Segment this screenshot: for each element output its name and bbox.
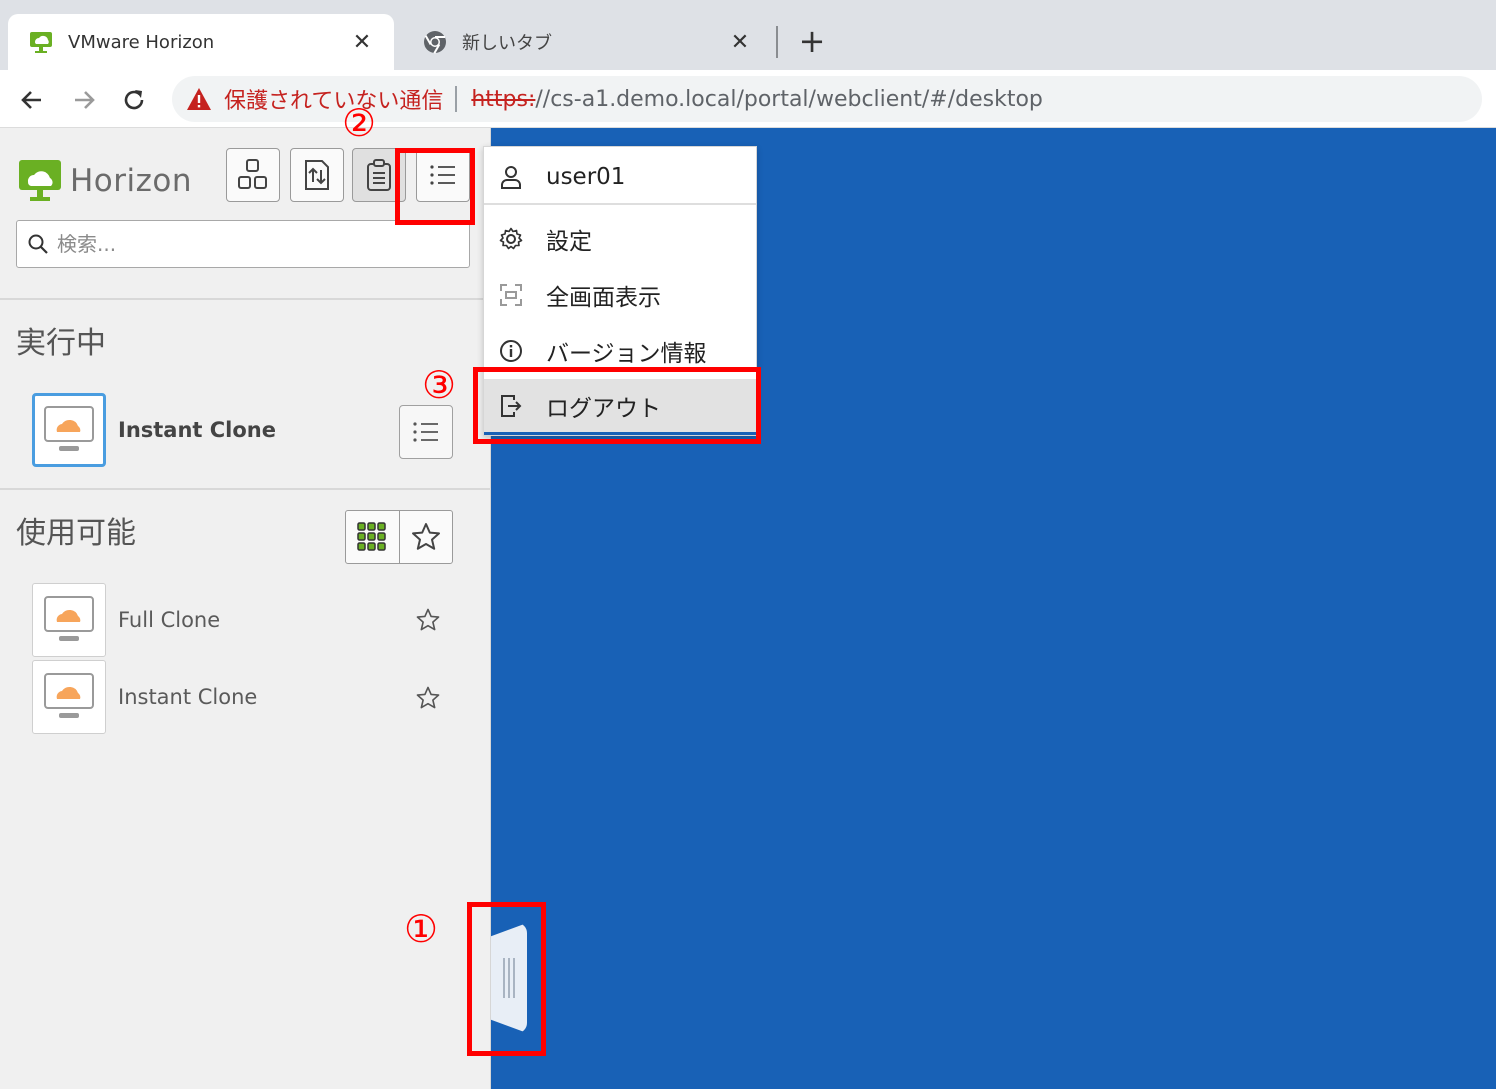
running-item-menu-button[interactable] (399, 405, 453, 459)
list-menu-icon (413, 422, 438, 442)
view-toggle (345, 510, 453, 564)
menu-label: バージョン情報 (546, 341, 707, 367)
annotation-number-2: ② (342, 101, 377, 145)
chrome-favicon-icon (420, 27, 450, 57)
available-section-title: 使用可能 (16, 516, 136, 551)
tab-vmware-horizon[interactable]: VMware Horizon ✕ (8, 14, 394, 70)
favorite-star-icon[interactable] (412, 604, 444, 636)
desktop-cloud-icon (44, 406, 94, 451)
star-outline-icon (411, 523, 440, 550)
desktop-cloud-icon (44, 596, 94, 641)
favorites-filter-button[interactable] (398, 511, 452, 563)
arrow-right-icon (75, 91, 95, 109)
url-scheme: https: (471, 86, 536, 112)
browser-toolbar: 保護されていない通信 https://cs-a1.demo.local/port… (0, 70, 1496, 128)
desktop-tile[interactable] (32, 660, 106, 734)
menu-label: 全画面表示 (546, 285, 661, 311)
annotation-number-1: ① (404, 907, 439, 951)
browser-tabstrip: VMware Horizon ✕ 新しいタブ ✕ + (0, 0, 1496, 70)
grid-icon (357, 522, 387, 551)
horizon-client: Horizon 実行中 (0, 128, 1496, 1089)
tab-new-tab[interactable]: 新しいタブ ✕ (402, 14, 772, 70)
logo-text: Horizon (70, 163, 193, 199)
item-label: Full Clone (118, 608, 221, 632)
user-name: user01 (546, 164, 626, 190)
tab-close-icon[interactable]: ✕ (726, 28, 754, 56)
menu-item-user: user01 (484, 151, 756, 205)
section-divider (0, 488, 491, 490)
security-status[interactable]: 保護されていない通信 (224, 83, 443, 115)
menu-item-fullscreen[interactable]: 全画面表示 (484, 267, 756, 323)
reload-icon (124, 90, 144, 110)
item-label: Instant Clone (118, 418, 277, 442)
warning-icon[interactable] (186, 86, 212, 112)
forward-button[interactable] (64, 80, 104, 120)
user-icon (498, 164, 524, 190)
annotation-box-step2 (395, 148, 475, 225)
search-icon (28, 234, 48, 254)
fullscreen-icon (498, 282, 524, 308)
file-transfer-button[interactable] (290, 148, 344, 202)
section-divider (0, 298, 491, 300)
horizon-favicon-icon (26, 27, 56, 57)
url-text[interactable]: https://cs-a1.demo.local/portal/webclien… (471, 87, 1043, 112)
horizon-logo-icon (19, 160, 61, 201)
running-section-title: 実行中 (16, 326, 106, 361)
back-button[interactable] (12, 80, 52, 120)
screen: VMware Horizon ✕ 新しいタブ ✕ + 保護されていない通信 ht… (0, 0, 1496, 1089)
available-item-full-clone[interactable]: Full Clone (32, 583, 220, 657)
annotation-box-step1 (467, 902, 546, 1056)
apps-button[interactable] (226, 148, 280, 202)
item-label: Instant Clone (118, 685, 258, 709)
new-tab-button[interactable]: + (792, 24, 832, 60)
annotation-box-step3 (473, 367, 761, 444)
menu-item-settings[interactable]: 設定 (484, 211, 756, 267)
info-icon (498, 338, 524, 364)
arrow-left-icon (21, 91, 41, 109)
menu-label: 設定 (546, 229, 592, 255)
search-box[interactable] (16, 220, 470, 268)
tab-title: 新しいタブ (462, 33, 552, 54)
tab-title: VMware Horizon (68, 31, 215, 53)
desktop-tile[interactable] (32, 393, 106, 467)
horizon-logo: Horizon (18, 158, 192, 204)
url-path: //cs-a1.demo.local/portal/webclient/#/de… (535, 86, 1043, 112)
tab-close-icon[interactable]: ✕ (348, 28, 376, 56)
running-item-instant-clone[interactable]: Instant Clone (32, 393, 276, 467)
applications-icon (238, 159, 267, 189)
all-items-button[interactable] (346, 511, 399, 563)
desktop-tile[interactable] (32, 583, 106, 657)
desktop-cloud-icon (44, 673, 94, 718)
reload-button[interactable] (114, 80, 154, 120)
search-input[interactable] (57, 232, 457, 256)
clipboard-icon (367, 159, 391, 191)
available-item-instant-clone[interactable]: Instant Clone (32, 660, 257, 734)
favorite-star-icon[interactable] (412, 682, 444, 714)
tab-separator (776, 26, 778, 58)
gear-icon (498, 226, 524, 252)
address-separator (455, 86, 458, 112)
annotation-number-3: ③ (422, 363, 457, 407)
file-transfer-icon (305, 160, 329, 190)
